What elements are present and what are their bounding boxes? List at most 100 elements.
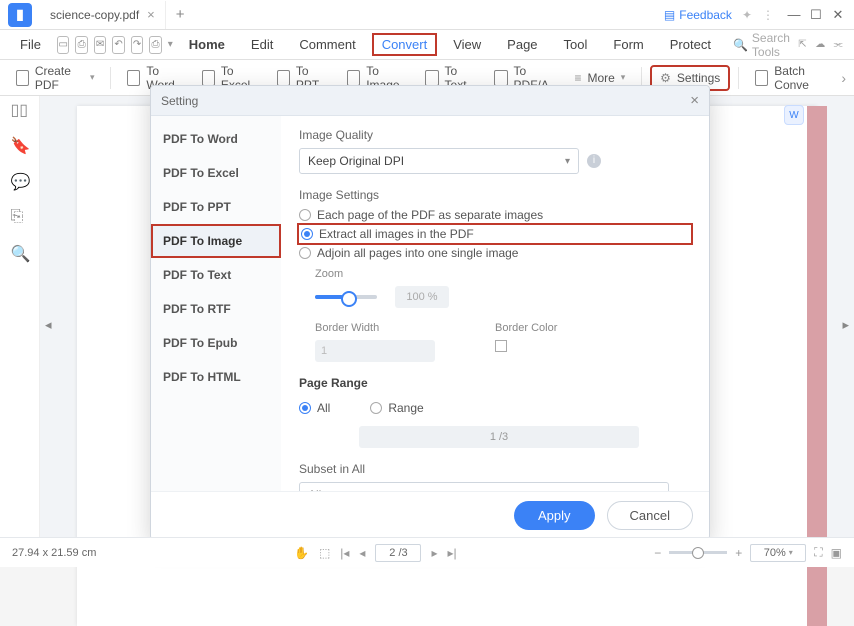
document-tab[interactable]: science-copy.pdf × [40,1,166,29]
titlebar: ▮ science-copy.pdf × + ▤ Feedback ✦ ⋮ — … [0,0,854,30]
hand-tool-icon[interactable]: ✋ [294,546,309,560]
pdfa-icon [494,70,507,86]
sidebar-item-word[interactable]: PDF To Word [151,122,281,156]
zoom-label: Zoom [315,268,691,280]
border-width-input[interactable]: 1 [315,340,435,362]
zoom-out-icon[interactable]: − [654,546,661,560]
gear-icon: ⚙ [660,71,671,85]
create-pdf-button[interactable]: Create PDF▾ [8,60,102,96]
sidebar-item-html[interactable]: PDF To HTML [151,360,281,394]
image-settings-label: Image Settings [299,188,691,202]
page-number-input[interactable]: 2 /3 [375,544,421,562]
feedback-link[interactable]: ▤ Feedback [664,8,732,22]
first-page-icon[interactable]: |◂ [340,546,349,560]
canvas-next-icon[interactable]: ▸ [842,317,849,333]
print-icon[interactable]: ⎙ [149,36,161,54]
menu-tool[interactable]: Tool [554,33,598,56]
subset-select[interactable]: All pages [299,482,669,491]
radio-icon [299,247,311,259]
print-dropdown-icon[interactable]: ▾ [168,39,173,50]
radio-selected-icon [301,228,313,240]
batch-convert-button[interactable]: Batch Conve [747,60,837,96]
sidebar-item-excel[interactable]: PDF To Excel [151,156,281,190]
mail-icon[interactable]: ✉ [94,36,106,54]
open-icon[interactable]: ▭ [57,36,69,54]
option-each-page[interactable]: Each page of the PDF as separate images [299,208,691,222]
menu-convert[interactable]: Convert [372,33,438,56]
last-page-icon[interactable]: ▸| [447,546,456,560]
comment-panel-icon[interactable]: 💬 [11,172,29,190]
cloud-icon[interactable]: ☁ [814,36,826,54]
info-icon[interactable]: i [587,154,601,168]
menubar: File ▭ ⎙ ✉ ↶ ↷ ⎙ ▾ Home Edit Comment Con… [0,30,854,60]
menu-view[interactable]: View [443,33,491,56]
sidebar-item-ppt[interactable]: PDF To PPT [151,190,281,224]
word-icon [127,70,140,86]
zoom-in-icon[interactable]: + [735,546,742,560]
page-dimensions: 27.94 x 21.59 cm [12,547,96,559]
image-quality-label: Image Quality [299,128,691,142]
canvas-prev-icon[interactable]: ◂ [45,317,52,333]
menu-home[interactable]: Home [179,33,235,56]
thumbnails-icon[interactable]: ▯▯ [11,100,29,118]
maximize-button[interactable]: ☐ [806,5,826,25]
text-icon [425,70,438,86]
tab-title: science-copy.pdf [50,8,139,22]
menu-page[interactable]: Page [497,33,547,56]
menu-edit[interactable]: Edit [241,33,283,56]
page-range-range[interactable]: Range [370,401,423,415]
undo-icon[interactable]: ↶ [112,36,124,54]
redo-icon[interactable]: ↷ [131,36,143,54]
tab-close-icon[interactable]: × [147,7,155,22]
sidebar-item-text[interactable]: PDF To Text [151,258,281,292]
image-icon [347,70,360,86]
prev-page-icon[interactable]: ◂ [359,546,365,560]
share-icon[interactable]: ⇱ [797,36,809,54]
page-range-label: Page Range [299,376,691,390]
dialog-title: Setting [161,94,198,108]
border-color-swatch[interactable] [495,340,507,352]
menu-form[interactable]: Form [603,33,653,56]
search-panel-icon[interactable]: 🔍 [11,244,29,262]
sidebar-item-image[interactable]: PDF To Image [151,224,281,258]
save-icon[interactable]: ⎙ [75,36,87,54]
zoom-value-box[interactable]: 100 % [395,286,449,308]
zoom-slider[interactable] [315,295,377,299]
zoom-level-slider[interactable] [669,551,727,554]
fit-width-icon[interactable]: ⛶ [814,545,822,560]
search-tools-input[interactable]: 🔍 Search Tools [733,31,791,59]
fullscreen-icon[interactable]: ▣ [831,546,842,560]
radio-icon [370,402,382,414]
dialog-content: Image Quality Keep Original DPI i Image … [281,116,709,491]
image-quality-select[interactable]: Keep Original DPI [299,148,579,174]
sidebar-item-rtf[interactable]: PDF To RTF [151,292,281,326]
pin-icon[interactable]: ⫘ [832,36,844,54]
menu-comment[interactable]: Comment [289,33,365,56]
apply-button[interactable]: Apply [514,501,595,530]
search-icon: 🔍 [733,38,748,52]
cancel-button[interactable]: Cancel [607,501,693,530]
menu-protect[interactable]: Protect [660,33,721,56]
word-float-icon[interactable]: W [784,105,804,125]
attachment-icon[interactable]: ⎘ [11,208,29,226]
dialog-close-icon[interactable]: × [690,92,699,109]
plus-icon [16,70,29,86]
sidebar-item-epub[interactable]: PDF To Epub [151,326,281,360]
range-input[interactable]: 1 /3 [359,426,639,448]
select-tool-icon[interactable]: ⬚ [319,546,330,560]
zoom-percent-select[interactable]: 70% [750,544,806,562]
batch-icon [755,70,768,86]
close-window-button[interactable]: ✕ [828,5,848,25]
page-range-all[interactable]: All [299,401,330,415]
next-page-icon[interactable]: ▸ [431,546,437,560]
settings-dialog: Setting × PDF To Word PDF To Excel PDF T… [150,85,710,540]
bookmark-icon[interactable]: 🔖 [11,136,29,154]
menu-file[interactable]: File [10,33,51,56]
kebab-icon[interactable]: ⋮ [762,8,774,22]
option-adjoin[interactable]: Adjoin all pages into one single image [299,246,691,260]
ai-icon[interactable]: ✦ [742,8,752,22]
option-extract-all[interactable]: Extract all images in the PDF [299,225,691,243]
new-tab-button[interactable]: + [166,6,195,23]
minimize-button[interactable]: — [784,5,804,25]
toolbar-scroll-right-icon[interactable]: › [841,70,846,86]
